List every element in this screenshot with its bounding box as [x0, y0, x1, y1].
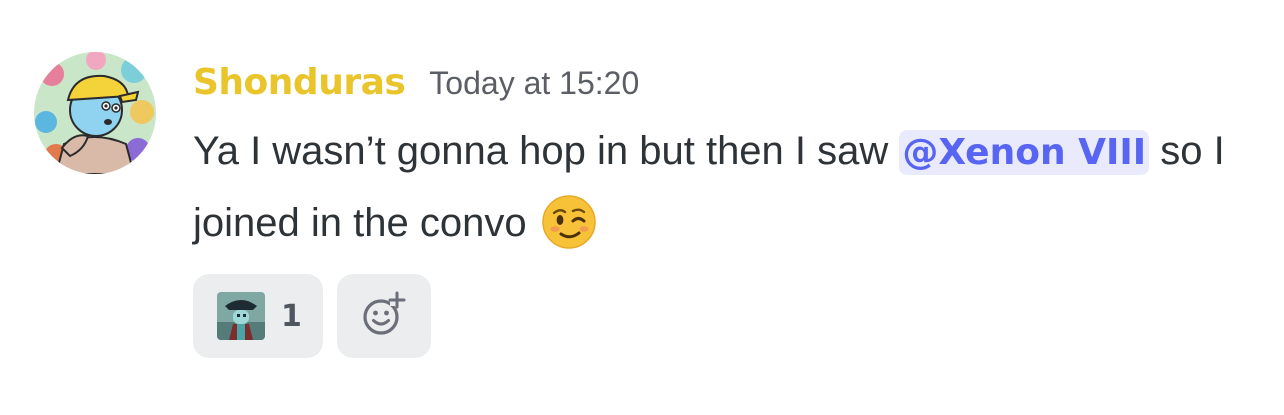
user-avatar[interactable]	[34, 52, 156, 174]
message-header: Shonduras Today at 15:20	[193, 62, 639, 114]
username[interactable]: Shonduras	[193, 62, 406, 103]
timestamp: Today at 15:20	[429, 65, 640, 101]
chat-message: Shonduras Today at 15:20 Ya I wasn’t gon…	[0, 0, 1284, 415]
pirate-character-custom-emoji	[217, 292, 265, 340]
add-reaction-button[interactable]	[337, 274, 431, 358]
avatar-illustration	[34, 52, 156, 174]
winking-face-emoji	[541, 194, 597, 250]
reactions-bar: 1	[193, 274, 431, 358]
message-text: Ya I wasn’t gonna hop in but then I saw	[193, 129, 900, 173]
message-content: Ya I wasn’t gonna hop in but then I saw …	[193, 116, 1253, 258]
reaction-button[interactable]: 1	[193, 274, 323, 358]
reaction-count: 1	[281, 298, 302, 334]
add-reaction-icon	[360, 290, 408, 342]
user-mention[interactable]: @Xenon VIII	[899, 130, 1150, 175]
